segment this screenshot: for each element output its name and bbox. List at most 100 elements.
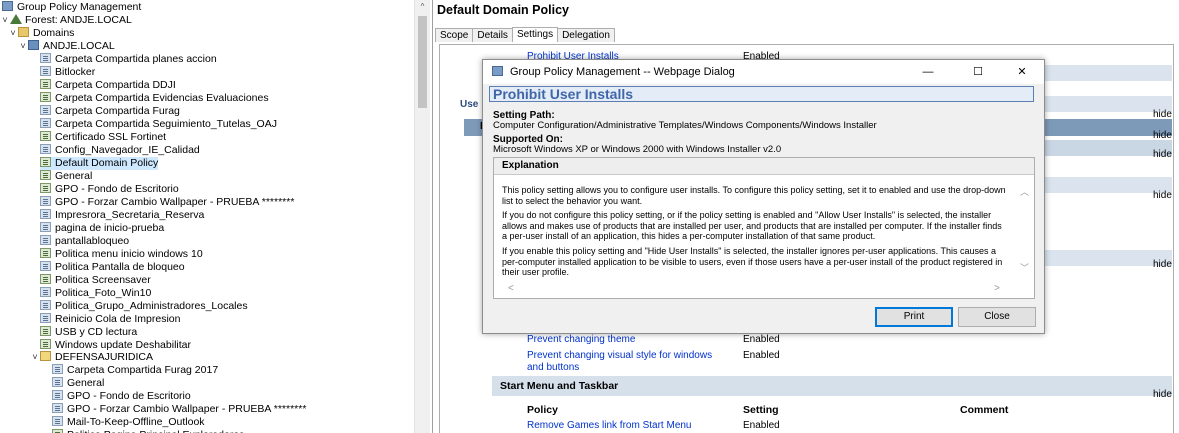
tab-delegation[interactable]: Delegation bbox=[557, 28, 615, 42]
gpo-icon bbox=[40, 261, 51, 271]
console-tree: Group Policy Management ˅ Forest: ANDJE.L… bbox=[0, 0, 430, 433]
tree-gpo-item[interactable]: General bbox=[40, 170, 92, 183]
tree-gpo-label: Politica Pagina Principal Exploradores bbox=[67, 429, 244, 433]
tree-gpo-item[interactable]: Reinicio Cola de Impresion bbox=[40, 313, 180, 326]
gpmc-icon bbox=[492, 66, 503, 76]
close-button[interactable]: Close bbox=[958, 307, 1036, 327]
tree-gpo-item[interactable]: General bbox=[52, 377, 104, 390]
explanation-hscrollbar[interactable]: < > bbox=[494, 283, 1016, 297]
tree-gpo-label: General bbox=[55, 170, 93, 182]
tree-gpo-item[interactable]: Default Domain Policy bbox=[40, 157, 159, 170]
user-config-fragment: Use bbox=[460, 99, 479, 110]
print-button[interactable]: Print bbox=[875, 307, 953, 327]
gpo-icon bbox=[40, 300, 51, 310]
explanation-vscrollbar[interactable]: ︿ ﹀ bbox=[1016, 175, 1033, 283]
tree-gpo-item[interactable]: Politica_Grupo_Administradores_Locales bbox=[40, 300, 248, 313]
tree-gpo-item[interactable]: Mail-To-Keep-Offline_Outlook bbox=[52, 416, 205, 429]
tree-gpo-item[interactable]: Bitlocker bbox=[40, 66, 95, 79]
tree-domains[interactable]: ˅ Domains bbox=[8, 27, 74, 40]
explanation-label: Explanation bbox=[502, 160, 559, 171]
tree-gpo-item[interactable]: Impresrora_Secretaria_Reserva bbox=[40, 209, 204, 222]
column-comment: Comment bbox=[960, 404, 1009, 416]
tree-root[interactable]: Group Policy Management bbox=[2, 1, 141, 14]
tree-gpo-item[interactable]: Config_Navegador_IE_Calidad bbox=[40, 144, 200, 157]
collapse-chevron-icon[interactable]: ˅ bbox=[18, 40, 28, 53]
tree-gpo-item[interactable]: Politica Screensaver bbox=[40, 274, 151, 287]
gpo-icon bbox=[52, 364, 63, 374]
tree-domain[interactable]: ˅ ANDJE.LOCAL bbox=[18, 40, 115, 53]
scroll-right-icon[interactable]: > bbox=[994, 283, 1000, 294]
tree-gpo-label: Carpeta Compartida DDJI bbox=[55, 79, 176, 91]
hide-link[interactable]: hide bbox=[1153, 149, 1172, 160]
tree-ou[interactable]: ˅ DEFENSAJURIDICA bbox=[30, 351, 153, 364]
gpo-icon bbox=[40, 66, 51, 76]
tree-gpo-item[interactable]: Carpeta Compartida Evidencias Evaluacion… bbox=[40, 92, 269, 105]
tree-gpo-label: Reinicio Cola de Impresion bbox=[55, 313, 181, 325]
hide-link[interactable]: hide bbox=[1153, 190, 1172, 201]
tree-forest[interactable]: ˅ Forest: ANDJE.LOCAL bbox=[0, 14, 132, 27]
scroll-left-icon[interactable]: < bbox=[508, 283, 514, 294]
gpo-icon bbox=[40, 53, 51, 63]
tree-gpo-item[interactable]: Carpeta Compartida Furag bbox=[40, 105, 180, 118]
tab-scope[interactable]: Scope bbox=[435, 28, 474, 42]
minimize-icon[interactable]: — bbox=[914, 64, 942, 80]
tab-settings[interactable]: Settings bbox=[511, 27, 559, 42]
scroll-up-icon[interactable]: ^ bbox=[415, 0, 430, 14]
tree-gpo-item[interactable]: Politica Pagina Principal Exploradores bbox=[52, 429, 244, 433]
gpo-icon bbox=[40, 209, 51, 219]
tree-domain-label: ANDJE.LOCAL bbox=[43, 40, 115, 52]
collapse-chevron-icon[interactable]: ˅ bbox=[30, 351, 40, 364]
scroll-down-icon[interactable]: ﹀ bbox=[1020, 261, 1029, 274]
maximize-icon[interactable]: ☐ bbox=[964, 64, 992, 80]
tree-gpo-item[interactable]: Carpeta Compartida Seguimiento_Tutelas_O… bbox=[40, 118, 277, 131]
tree-gpo-item[interactable]: pagina de inicio-prueba bbox=[40, 222, 164, 235]
policy-link[interactable]: Remove Games link from Start Menu bbox=[527, 420, 692, 431]
policy-setting: Enabled bbox=[743, 334, 780, 345]
tree-gpo-item[interactable]: GPO - Fondo de Escritorio bbox=[40, 183, 179, 196]
tree-gpo-label: Bitlocker bbox=[55, 66, 96, 78]
tree-gpo-item[interactable]: Politica Pantalla de bloqueo bbox=[40, 261, 185, 274]
tree-gpo-item[interactable]: Carpeta Compartida Furag 2017 bbox=[52, 364, 218, 377]
policy-setting: Enabled bbox=[743, 350, 780, 361]
collapse-chevron-icon[interactable]: ˅ bbox=[8, 27, 18, 40]
gpo-icon bbox=[40, 118, 51, 128]
scroll-thumb[interactable] bbox=[418, 16, 427, 108]
domains-folder-icon bbox=[18, 27, 29, 37]
scroll-up-icon[interactable]: ︿ bbox=[1020, 185, 1029, 198]
tree-gpo-item[interactable]: Politica_Foto_Win10 bbox=[40, 287, 151, 300]
tree-gpo-item[interactable]: GPO - Fondo de Escritorio bbox=[52, 390, 191, 403]
dialog-title: Group Policy Management -- Webpage Dialo… bbox=[510, 66, 735, 78]
gpo-icon bbox=[40, 105, 51, 115]
gpo-icon bbox=[52, 416, 63, 426]
dialog-titlebar[interactable]: Group Policy Management -- Webpage Dialo… bbox=[483, 60, 1044, 84]
gpo-icon bbox=[52, 390, 63, 400]
tree-ou-label: DEFENSAJURIDICA bbox=[55, 351, 154, 363]
collapse-chevron-icon[interactable]: ˅ bbox=[0, 14, 10, 27]
tree-gpo-item[interactable]: Carpeta Compartida DDJI bbox=[40, 79, 176, 92]
tree-gpo-label: Certificado SSL Fortinet bbox=[55, 131, 167, 143]
hide-link[interactable]: hide bbox=[1153, 389, 1172, 400]
tree-gpo-item[interactable]: Certificado SSL Fortinet bbox=[40, 131, 166, 144]
gpo-link-icon bbox=[52, 429, 63, 433]
tree-gpo-item[interactable]: GPO - Forzar Cambio Wallpaper - PRUEBA *… bbox=[40, 196, 294, 209]
gpo-link-icon bbox=[40, 326, 51, 336]
tab-details[interactable]: Details bbox=[472, 28, 513, 42]
tree-gpo-item[interactable]: USB y CD lectura bbox=[40, 326, 137, 339]
gpo-link-icon bbox=[40, 339, 51, 349]
tree-gpo-label: Mail-To-Keep-Offline_Outlook bbox=[67, 416, 205, 428]
tree-scrollbar[interactable]: ^ bbox=[414, 0, 430, 433]
domain-icon bbox=[28, 40, 39, 50]
tree-gpo-item[interactable]: Carpeta Compartida planes accion bbox=[40, 53, 217, 66]
tree-gpo-label: Windows update Deshabilitar bbox=[55, 339, 191, 351]
tree-gpo-item[interactable]: pantallabloqueo bbox=[40, 235, 129, 248]
gpo-link-icon bbox=[40, 131, 51, 141]
gpo-icon bbox=[52, 403, 63, 413]
tree-gpo-item[interactable]: Politica menu inicio windows 10 bbox=[40, 248, 203, 261]
hide-link[interactable]: hide bbox=[1153, 259, 1172, 270]
policy-link[interactable]: Prevent changing theme bbox=[527, 334, 635, 345]
tree-gpo-item[interactable]: GPO - Forzar Cambio Wallpaper - PRUEBA *… bbox=[52, 403, 306, 416]
close-icon[interactable]: ✕ bbox=[1008, 64, 1036, 80]
policy-link[interactable]: Prevent changing visual style for window… bbox=[527, 350, 727, 374]
gpo-icon bbox=[40, 313, 51, 323]
webpage-dialog: Group Policy Management -- Webpage Dialo… bbox=[482, 59, 1045, 334]
